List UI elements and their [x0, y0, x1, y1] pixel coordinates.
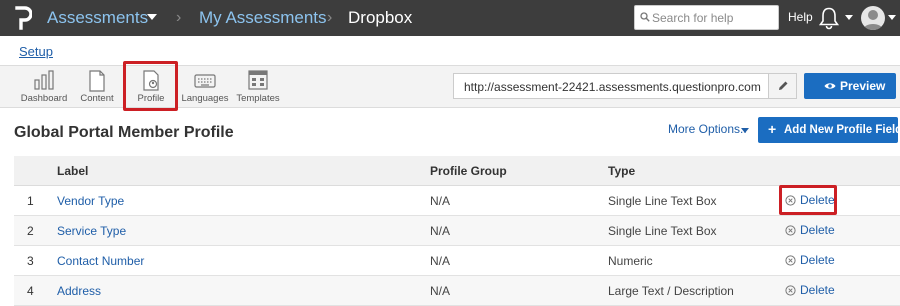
field-label-link[interactable]: Vendor Type: [57, 194, 124, 208]
keyboard-icon: [194, 74, 216, 88]
delete-label: Delete: [800, 223, 835, 237]
help-search-box[interactable]: [634, 5, 779, 30]
eye-icon: [824, 83, 836, 89]
table-row: 4 Address N/A Large Text / Description D…: [14, 276, 900, 306]
table-row: 3 Contact Number N/A Numeric Delete: [14, 246, 900, 276]
field-label-link[interactable]: Service Type: [57, 224, 126, 238]
circle-x-icon: [785, 225, 796, 236]
profile-group-value: N/A: [430, 194, 451, 208]
delete-label: Delete: [800, 253, 835, 267]
bar-chart-icon: [34, 70, 54, 90]
survey-url-field[interactable]: http://assessment-22421.assessments.ques…: [453, 73, 769, 99]
page-title: Global Portal Member Profile: [14, 124, 234, 141]
user-silhouette-icon: [863, 10, 883, 30]
help-search-input[interactable]: [652, 9, 776, 27]
breadcrumb-current-page: Dropbox: [348, 8, 413, 27]
column-header-type[interactable]: Type: [608, 164, 635, 178]
notification-bell-icon[interactable]: [818, 6, 840, 30]
pencil-icon: [779, 81, 788, 90]
row-number: 3: [27, 254, 34, 268]
template-grid-icon: [248, 70, 268, 90]
field-label-link[interactable]: Contact Number: [57, 254, 144, 268]
profile-group-value: N/A: [430, 284, 451, 298]
field-type-value: Single Line Text Box: [608, 224, 717, 238]
field-type-value: Single Line Text Box: [608, 194, 717, 208]
plus-icon: +: [768, 121, 777, 137]
caret-down-icon[interactable]: [741, 128, 749, 133]
row-number: 2: [27, 224, 34, 238]
breadcrumb-separator: ›: [176, 9, 182, 26]
column-header-label[interactable]: Label: [57, 164, 88, 178]
profile-group-value: N/A: [430, 254, 451, 268]
add-button-label: Add New Profile Field: [784, 124, 900, 136]
field-type-value: Numeric: [608, 254, 653, 268]
top-navigation-bar: Assessments › My Assessments › Dropbox H…: [0, 0, 900, 36]
user-avatar[interactable]: [861, 6, 885, 30]
circle-x-icon: [785, 255, 796, 266]
row-number: 4: [27, 284, 34, 298]
search-icon: [640, 12, 650, 22]
circle-x-icon: [785, 285, 796, 296]
chevron-down-icon[interactable]: [845, 15, 853, 20]
table-row: 2 Service Type N/A Single Line Text Box …: [14, 216, 900, 246]
breadcrumb-separator: ›: [327, 9, 333, 26]
row-number: 1: [27, 194, 34, 208]
toolbar-item-label: Templates: [236, 93, 280, 104]
preview-button-label: Preview: [840, 79, 886, 93]
toolbar-item-label: Content: [80, 93, 114, 104]
help-link[interactable]: Help: [788, 10, 813, 24]
more-options-dropdown[interactable]: More Options..: [668, 122, 747, 136]
preview-button[interactable]: Preview: [804, 73, 896, 99]
edit-url-button[interactable]: [768, 73, 797, 99]
toolbar-item-languages[interactable]: Languages: [178, 66, 232, 108]
field-label-link[interactable]: Address: [57, 284, 101, 298]
toolbar-item-dashboard[interactable]: Dashboard: [18, 66, 70, 108]
field-type-value: Large Text / Description: [608, 284, 734, 298]
toolbar-item-content[interactable]: Content: [74, 66, 120, 108]
table-header: Label Profile Group Type: [14, 156, 900, 186]
table-row: 1 Vendor Type N/A Single Line Text Box D…: [14, 186, 900, 216]
chevron-down-icon[interactable]: [147, 14, 157, 20]
toolbar-item-templates[interactable]: Templates: [234, 66, 282, 108]
document-icon: [89, 70, 105, 92]
breadcrumb-my-assessments[interactable]: My Assessments: [199, 8, 327, 28]
questionpro-logo-icon[interactable]: [14, 5, 32, 31]
delete-label: Delete: [800, 283, 835, 297]
toolbar-item-label: Languages: [181, 93, 229, 104]
delete-highlight-box: [779, 185, 837, 215]
profile-highlight-box: [123, 61, 178, 111]
breadcrumb-assessments[interactable]: Assessments: [47, 8, 148, 28]
column-header-profile-group[interactable]: Profile Group: [430, 164, 507, 178]
toolbar-item-label: Dashboard: [20, 93, 68, 104]
setup-link[interactable]: Setup: [19, 44, 53, 59]
chevron-down-icon[interactable]: [888, 15, 896, 20]
add-new-profile-field-button[interactable]: + Add New Profile Field: [758, 117, 900, 143]
profile-group-value: N/A: [430, 224, 451, 238]
